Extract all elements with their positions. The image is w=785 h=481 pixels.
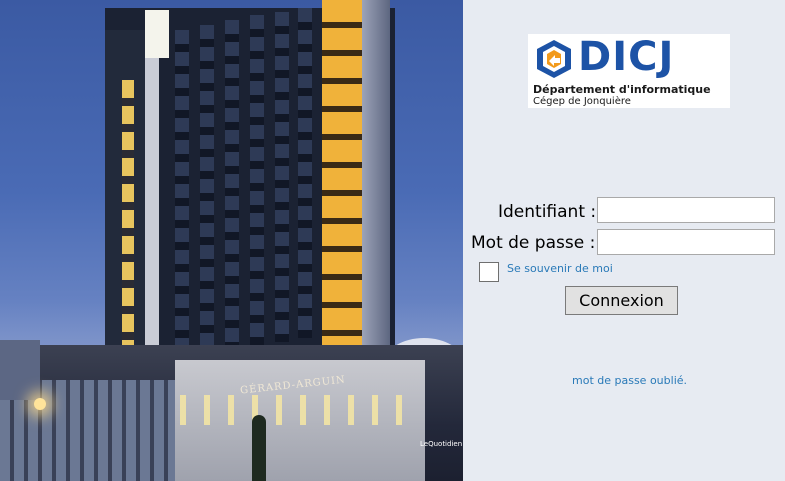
tower-windows — [275, 12, 289, 342]
dicj-emblem-icon — [537, 40, 571, 78]
dicj-logo: DICJ Département d'informatique Cégep de… — [528, 34, 730, 108]
tower-right-face — [362, 0, 390, 380]
street-lamp-icon — [34, 398, 46, 410]
tree-silhouette — [252, 415, 266, 481]
tower-white-band — [145, 58, 159, 348]
logo-college: Cégep de Jonquière — [533, 96, 631, 107]
tower-windows — [225, 20, 239, 350]
username-input[interactable] — [597, 197, 775, 223]
tower-windows — [250, 15, 264, 345]
lit-stairwell — [322, 0, 362, 372]
logo-wordmark: DICJ — [578, 34, 675, 80]
login-button[interactable]: Connexion — [565, 286, 678, 315]
username-label: Identifiant : — [498, 202, 597, 222]
tower-windows — [175, 30, 189, 360]
tower-windows — [200, 25, 214, 355]
newspaper-sign: LeQuotidien — [420, 440, 463, 448]
tower-windows — [298, 8, 312, 338]
tower-top-block — [145, 10, 169, 58]
lit-windows-left — [122, 80, 134, 355]
password-label: Mot de passe : — [471, 233, 596, 253]
facade-lights — [180, 395, 420, 425]
background-photo: GÉRARD-ARGUIN LeQuotidien — [0, 0, 463, 481]
remember-me-label[interactable]: Se souvenir de moi — [507, 262, 613, 275]
forgot-password-link[interactable]: mot de passe oublié. — [572, 374, 687, 387]
remember-me-checkbox[interactable] — [479, 262, 499, 282]
side-building — [0, 340, 40, 400]
password-input[interactable] — [597, 229, 775, 255]
logo-department: Département d'informatique — [533, 83, 711, 96]
